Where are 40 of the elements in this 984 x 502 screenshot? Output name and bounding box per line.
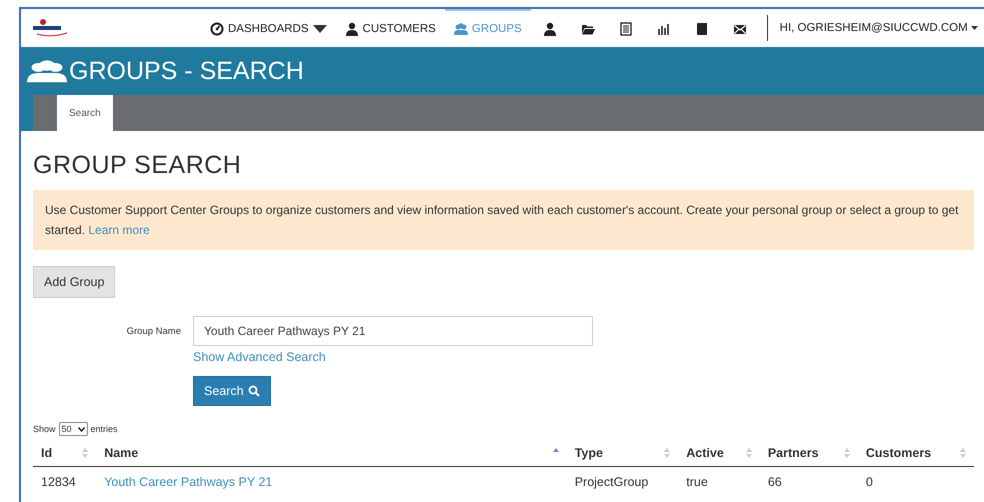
- search-button[interactable]: Search: [193, 376, 271, 406]
- page-size-select[interactable]: 50: [58, 422, 88, 436]
- chevron-icon: [78, 426, 85, 432]
- person-icon: [542, 22, 557, 36]
- column-header[interactable]: Customers: [866, 446, 932, 460]
- table-cell: 66: [768, 475, 782, 489]
- people-icon: [454, 22, 468, 36]
- page-header-title: GROUPS - SEARCH: [69, 56, 304, 86]
- book-icon: [694, 22, 709, 36]
- column-header[interactable]: Name: [104, 446, 138, 460]
- tab[interactable]: Search: [57, 95, 113, 131]
- folder-icon: [580, 22, 595, 36]
- person-icon: [344, 22, 359, 36]
- bar-chart-icon: [656, 22, 671, 36]
- table-cell: ProjectGroup: [574, 475, 648, 489]
- table-cell: 12834: [41, 475, 76, 489]
- entries-label: entries: [90, 424, 118, 434]
- page-title: GROUP SEARCH: [33, 151, 242, 180]
- table-cell: true: [686, 475, 708, 489]
- caret-icon: [970, 26, 978, 30]
- field-label: Group Name: [126, 325, 182, 337]
- nav-item[interactable]: DASHBOARDS: [201, 9, 336, 47]
- group-name-link[interactable]: Youth Career Pathways PY 21: [104, 475, 272, 489]
- nav-item[interactable]: CUSTOMERS: [336, 9, 445, 47]
- search-icon: [248, 385, 260, 397]
- user-menu[interactable]: HI, OGRIESHEIM@SIUCCWD.COM: [776, 9, 982, 47]
- gauge-icon: [210, 22, 224, 36]
- add-group-button[interactable]: Add Group: [33, 266, 116, 298]
- column-header[interactable]: Partners: [768, 446, 819, 460]
- group-name-field[interactable]: Youth Career Pathways PY 21: [193, 316, 593, 346]
- table-cell: 0: [866, 475, 873, 489]
- info-notice: Use Customer Support Center Groups to organize customers and view information saved with each customer's account. Create your personal group or select a group to get started. Learn more: [33, 190, 974, 250]
- column-header[interactable]: Active: [686, 446, 724, 460]
- people-icon: [27, 58, 67, 84]
- envelope-icon: [732, 22, 747, 36]
- advanced-search-link[interactable]: Show Advanced Search: [193, 350, 326, 364]
- show-label: Show: [33, 424, 56, 434]
- column-header[interactable]: Id: [41, 446, 52, 460]
- column-header[interactable]: Type: [574, 446, 603, 460]
- list-icon: [618, 22, 633, 36]
